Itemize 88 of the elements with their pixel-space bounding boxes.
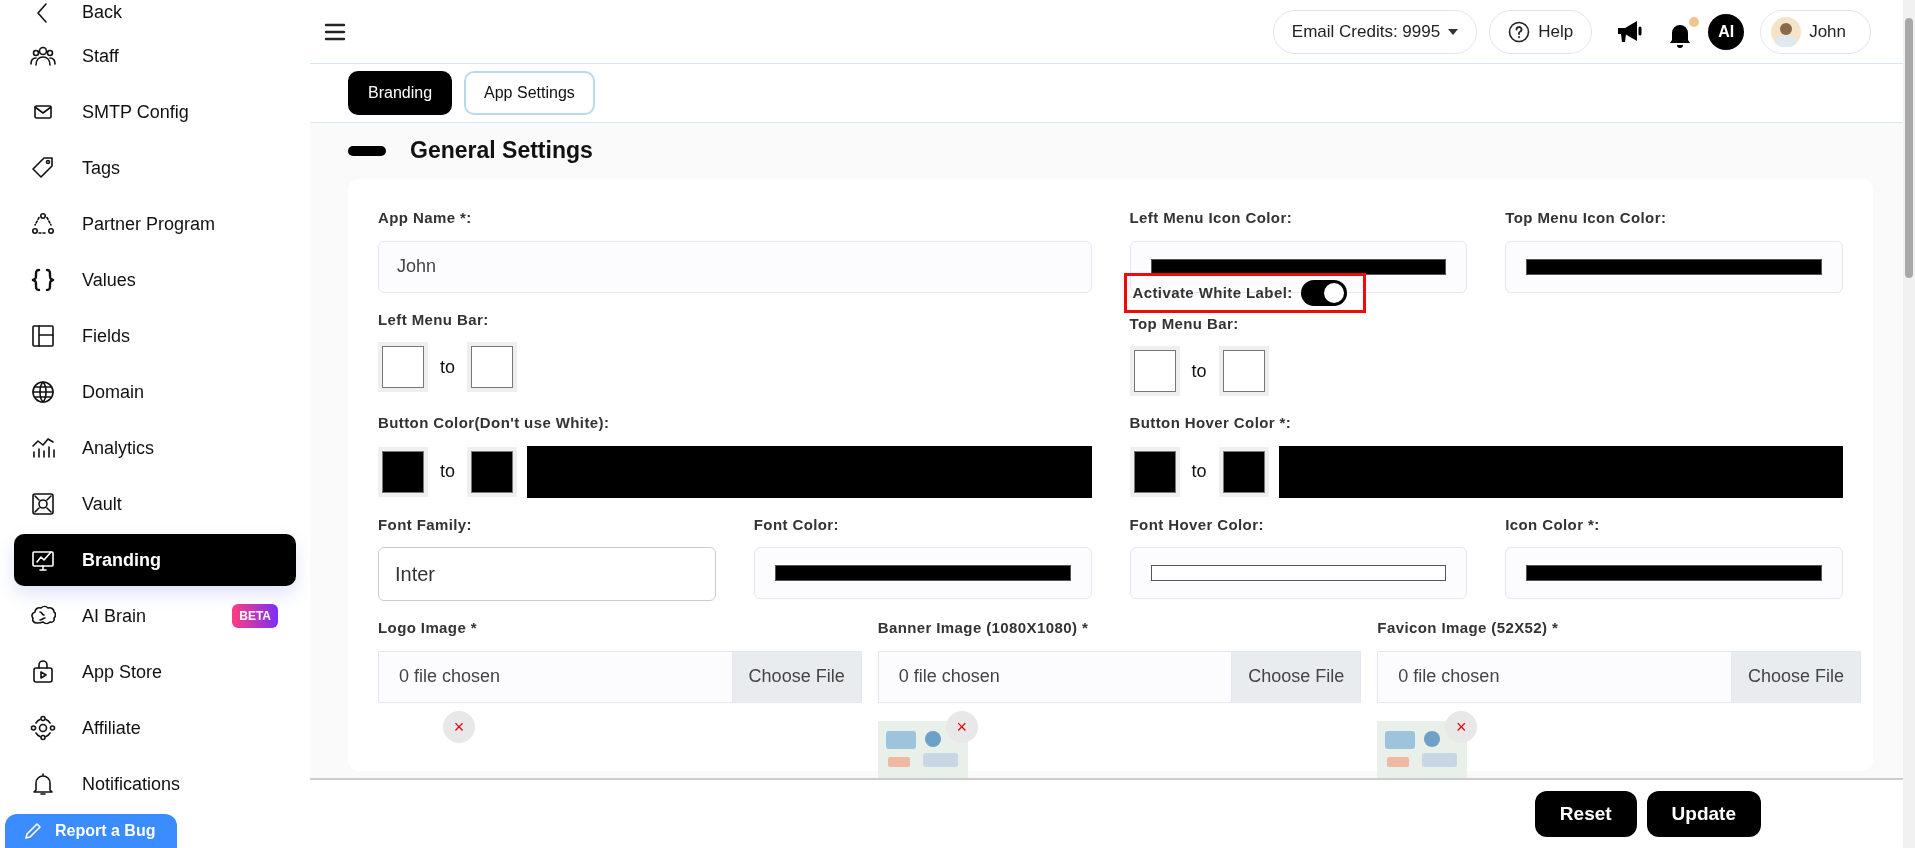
color-swatch[interactable] — [1218, 346, 1269, 397]
sidebar-item[interactable]: Branding — [14, 534, 296, 586]
section-title: General Settings — [410, 137, 593, 165]
layout-icon — [30, 323, 56, 349]
color-field[interactable] — [1129, 547, 1468, 600]
file-input[interactable]: 0 file chosen Choose File — [877, 650, 1362, 703]
sidebar-item[interactable]: Analytics — [14, 422, 296, 474]
to-label: to — [1191, 359, 1207, 383]
sidebar-item[interactable]: Values — [14, 254, 296, 306]
font-family-field[interactable]: Inter — [378, 547, 716, 602]
field-label: Font Hover Color: — [1129, 514, 1265, 535]
heading-marker — [348, 146, 386, 156]
sidebar-item[interactable]: Tags — [14, 142, 296, 194]
file-input[interactable]: 0 file chosen Choose File — [378, 650, 862, 703]
color-swatch[interactable] — [1129, 446, 1180, 497]
bell-icon — [30, 771, 56, 797]
menu-icon — [324, 23, 346, 42]
color-swatch[interactable] — [467, 446, 517, 497]
remove-button[interactable]: × — [443, 710, 475, 743]
email-credits-dropdown[interactable]: Email Credits: 9995 — [1272, 9, 1478, 54]
help-icon — [1508, 20, 1531, 43]
color-swatch[interactable] — [1218, 446, 1269, 497]
megaphone-button[interactable] — [1616, 18, 1645, 45]
shopping-bag-icon — [30, 659, 56, 685]
megaphone-icon — [1616, 18, 1645, 45]
tab[interactable]: Branding — [348, 71, 453, 115]
scrollbar[interactable] — [1903, 0, 1915, 848]
to-label: to — [1191, 460, 1207, 484]
sidebar-item[interactable]: Notifications — [14, 758, 296, 810]
field-label: Font Color: — [753, 514, 840, 535]
braces-icon — [30, 267, 56, 293]
field-label: Font Family: — [378, 514, 473, 535]
network-icon — [30, 211, 56, 237]
field-label: Left Menu Icon Color: — [1129, 208, 1294, 228]
field-label: Button Color(Don't use White): — [378, 413, 611, 434]
color-swatch[interactable] — [378, 342, 428, 392]
sidebar-item[interactable]: SMTP Config — [14, 86, 296, 138]
field-label: Button Hover Color *: — [1129, 413, 1293, 434]
footer-button[interactable]: Update — [1646, 791, 1761, 837]
to-label: to — [440, 460, 455, 484]
footer-button[interactable]: Reset — [1534, 791, 1637, 837]
chart-icon — [30, 435, 56, 461]
pencil-icon — [23, 821, 43, 841]
safe-icon — [30, 491, 56, 517]
field-label: Left Menu Bar: — [378, 309, 490, 330]
nodes-icon — [30, 715, 56, 741]
choose-file-button[interactable]: Choose File — [731, 651, 861, 702]
sidebar-item[interactable]: Vault — [14, 478, 296, 530]
text-field[interactable]: John — [378, 240, 1092, 293]
field-label: App Name *: — [378, 208, 473, 228]
globe-icon — [30, 379, 56, 405]
help-button[interactable]: Help — [1489, 9, 1593, 54]
remove-button[interactable]: × — [1445, 710, 1478, 743]
avatar-icon — [1771, 16, 1802, 47]
color-field[interactable] — [1505, 240, 1843, 293]
user-menu[interactable]: John — [1760, 9, 1871, 54]
toggle-label: Activate White Label: — [1132, 282, 1293, 303]
field-label: Logo Image * — [378, 618, 478, 639]
ai-assistant-button[interactable]: AI — [1708, 13, 1745, 50]
tag-icon — [30, 155, 56, 181]
field-label: Top Menu Icon Color: — [1505, 208, 1668, 228]
caret-icon — [1448, 28, 1459, 35]
field-label: Favicon Image (52X52) * — [1377, 618, 1560, 639]
color-swatch[interactable] — [378, 446, 428, 497]
beta-badge: BETA — [232, 604, 278, 628]
tab[interactable]: App Settings — [464, 71, 595, 115]
sidebar-item[interactable]: Domain — [14, 366, 296, 418]
remove-button[interactable]: × — [945, 710, 978, 743]
color-field[interactable] — [1505, 547, 1843, 600]
field-label: Banner Image (1080X1080) * — [877, 618, 1090, 639]
field-label: Icon Color *: — [1505, 514, 1601, 535]
to-label: to — [440, 355, 455, 379]
color-field[interactable] — [753, 547, 1092, 600]
sidebar-item[interactable]: Affiliate — [14, 702, 296, 754]
notifications-button[interactable] — [1668, 15, 1701, 48]
sidebar-item[interactable]: Staff — [14, 30, 296, 82]
choose-file-button[interactable]: Choose File — [1231, 651, 1361, 702]
field-label: Top Menu Bar: — [1129, 313, 1240, 334]
color-swatch[interactable] — [1129, 346, 1180, 397]
scrollbar-thumb[interactable] — [1905, 18, 1913, 278]
sidebar-item[interactable]: Back — [14, 0, 296, 26]
sidebar-item[interactable]: AI Brain BETA — [14, 590, 296, 642]
choose-file-button[interactable]: Choose File — [1730, 651, 1860, 702]
color-swatch[interactable] — [467, 342, 517, 392]
sidebar-item[interactable]: Fields — [14, 310, 296, 362]
sidebar-item[interactable]: App Store — [14, 646, 296, 698]
sidebar-item[interactable]: Partner Program — [14, 198, 296, 250]
file-input[interactable]: 0 file chosen Choose File — [1377, 650, 1861, 703]
